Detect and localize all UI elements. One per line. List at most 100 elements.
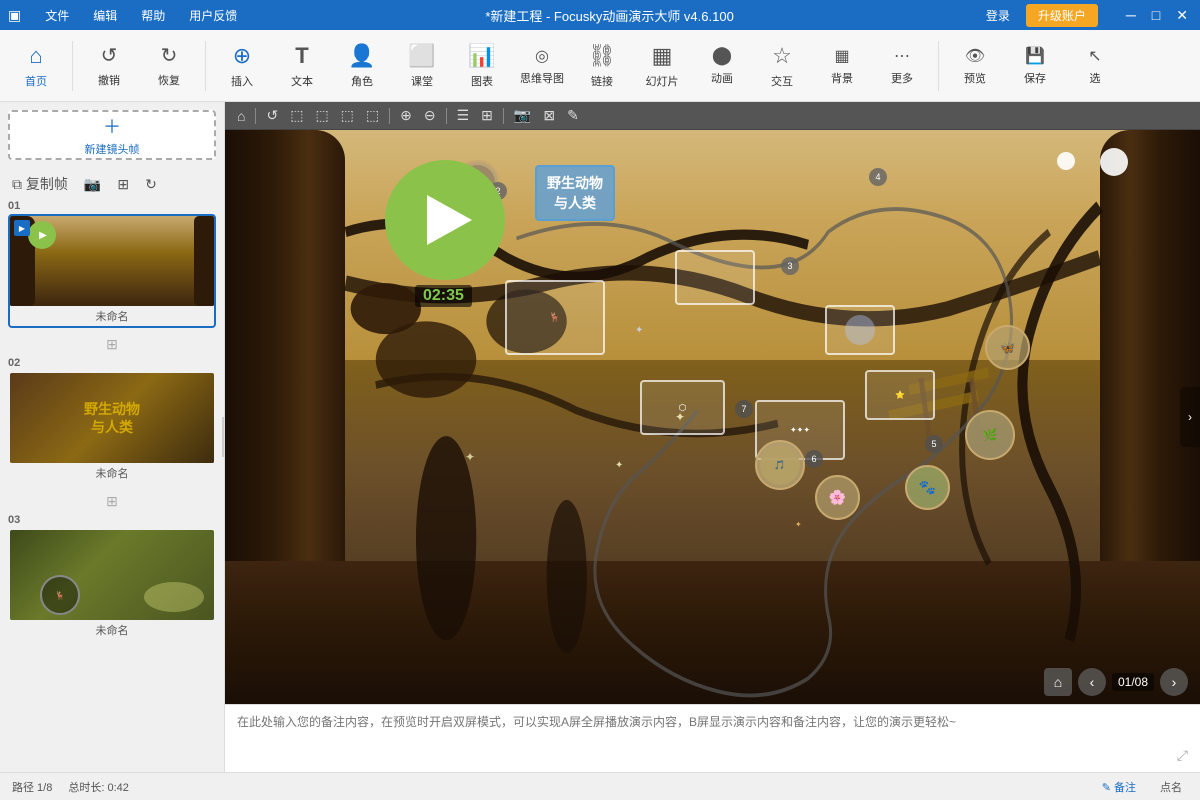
text-icon: T	[295, 43, 308, 69]
close-button[interactable]: ✕	[1172, 7, 1192, 24]
new-frame-label: 新建镜头帧	[85, 141, 140, 157]
deco-circle-1	[1057, 152, 1075, 170]
tool-class-label: 课堂	[411, 73, 433, 89]
canvas-nav-home[interactable]: ⌂	[1044, 668, 1072, 696]
refresh-tool[interactable]: ↻	[141, 174, 161, 195]
menu-edit[interactable]: 编辑	[89, 5, 121, 26]
menu-feedback[interactable]: 用户反馈	[185, 5, 241, 26]
canvas-zoom-out-icon[interactable]: ⊖	[420, 105, 440, 126]
menu-bar: 文件 编辑 帮助 用户反馈	[41, 5, 241, 26]
title-bar-right: 登录 升级账户 ─ □ ✕	[978, 4, 1192, 27]
upgrade-button[interactable]: 升级账户	[1026, 4, 1098, 27]
content-frame-3[interactable]: ⬡	[640, 380, 725, 435]
tool-text[interactable]: T 文本	[274, 34, 330, 98]
tool-interact[interactable]: ☆ 交互	[754, 34, 810, 98]
timer-display: 02:35	[415, 285, 472, 307]
notes-input[interactable]	[237, 713, 1169, 764]
canvas-area: ⌂ ↺ ⬚ ⬚ ⬚ ⬚ ⊕ ⊖ ☰ ⊞ 📷 ⊠ ✎	[225, 102, 1200, 772]
nav-node-center[interactable]: 🎵	[755, 440, 805, 490]
tool-link-label: 链接	[591, 73, 613, 89]
maximize-button[interactable]: □	[1148, 7, 1164, 24]
notes-status-button[interactable]: ✎ 备注	[1096, 778, 1142, 796]
canvas-lock-icon[interactable]: ⬚	[337, 105, 358, 126]
slide-item-2[interactable]: 野生动物与人类 未命名	[8, 371, 216, 485]
new-frame-button[interactable]: ＋ 新建镜头帧	[8, 110, 216, 160]
tool-anim[interactable]: ⬤ 动画	[694, 34, 750, 98]
canvas-nav-prev[interactable]: ‹	[1078, 668, 1106, 696]
tool-more[interactable]: ⋯ 更多	[874, 34, 930, 98]
canvas-frame2-icon[interactable]: ⬚	[311, 105, 332, 126]
tool-bg[interactable]: ▦ 背景	[814, 34, 870, 98]
canvas-undo-icon[interactable]: ↺	[262, 105, 282, 126]
login-button[interactable]: 登录	[978, 5, 1018, 26]
tool-insert[interactable]: ⊕ 插入	[214, 34, 270, 98]
tool-redo-label: 恢复	[158, 72, 180, 88]
copy-frame-button[interactable]: ⧉ 复制帧	[8, 172, 72, 196]
canvas-home-icon[interactable]: ⌂	[233, 106, 249, 126]
canvas-copy-icon[interactable]: ⬚	[362, 105, 383, 126]
sidebar: ＋ 新建镜头帧 ⧉ 复制帧 📷 ⊞ ↻ 01 ▶	[0, 102, 225, 772]
canvas-zoom-in-icon[interactable]: ⊕	[396, 105, 416, 126]
expand-right-button[interactable]: ›	[1180, 387, 1200, 447]
content-frame-6[interactable]	[825, 305, 895, 355]
canvas-fit-icon[interactable]: ⊠	[539, 105, 559, 126]
content-frame-2[interactable]: 🦌	[505, 280, 605, 355]
canvas-main[interactable]: 02:35 野生动物与人类 2 3 4 🦌 ⬡ ✦✦✦	[225, 130, 1200, 704]
rollcall-status-button[interactable]: 点名	[1154, 778, 1188, 796]
nav-node-bird[interactable]: 🦋	[985, 325, 1030, 370]
tool-select[interactable]: ↖ 选	[1067, 34, 1123, 98]
app-icon: ▣	[8, 7, 21, 24]
nav-node-scene[interactable]: 🌿	[965, 410, 1015, 460]
redo-icon: ↻	[161, 43, 178, 68]
play-button[interactable]	[385, 160, 505, 280]
toolbar-separator-3	[938, 41, 939, 91]
title-box[interactable]: 野生动物与人类	[535, 165, 615, 221]
canvas-nav-next[interactable]: ›	[1160, 668, 1188, 696]
tool-role[interactable]: 👤 角色	[334, 34, 390, 98]
screenshot-tool[interactable]: 📷	[80, 174, 105, 195]
tool-save[interactable]: 💾 保存	[1007, 34, 1063, 98]
content-frame-5[interactable]: ⭐	[865, 370, 935, 420]
canvas-edit-icon[interactable]: ✎	[563, 105, 583, 126]
canvas-sep-2	[389, 108, 390, 124]
slide-item-1[interactable]: ▶ ▶ 未命名	[8, 214, 216, 328]
slide-thumb-1: ▶ ▶	[10, 216, 214, 306]
expand-notes-icon[interactable]: ⤢	[1177, 747, 1188, 764]
menu-file[interactable]: 文件	[41, 5, 73, 26]
tool-chart[interactable]: 📊 图表	[454, 34, 510, 98]
status-page: 路径 1/8	[12, 779, 52, 795]
slide-divider-2: ⊞	[8, 489, 216, 514]
menu-help[interactable]: 帮助	[137, 5, 169, 26]
slide-icon: ▦	[652, 43, 673, 69]
status-duration: 总时长: 0:42	[68, 779, 129, 795]
slide-item-3[interactable]: 🦌 未命名	[8, 528, 216, 642]
tool-mindmap[interactable]: ◎ 思维导图	[514, 34, 570, 98]
nav-node-flowers[interactable]: 🌸	[815, 475, 860, 520]
undo-icon: ↺	[101, 43, 118, 68]
tool-redo[interactable]: ↻ 恢复	[141, 34, 197, 98]
sparkle-3: ✦	[795, 520, 802, 529]
fit-tool[interactable]: ⊞	[113, 174, 133, 195]
frame-tools: ⧉ 复制帧 📷 ⊞ ↻	[0, 168, 224, 200]
canvas-camera-icon[interactable]: 📷	[510, 105, 535, 126]
node-label-3: 3	[781, 257, 799, 275]
canvas-dist-icon[interactable]: ⊞	[477, 105, 497, 126]
canvas-frame-icon[interactable]: ⬚	[286, 105, 307, 126]
canvas-align-icon[interactable]: ☰	[453, 105, 474, 126]
tool-link[interactable]: ⛓ 链接	[574, 34, 630, 98]
home-icon: ⌂	[29, 43, 42, 69]
nav-node-animal[interactable]: 🐾	[905, 465, 950, 510]
tool-class[interactable]: ⬜ 课堂	[394, 34, 450, 98]
tool-slide[interactable]: ▦ 幻灯片	[634, 34, 690, 98]
minimize-button[interactable]: ─	[1122, 7, 1140, 24]
tool-undo[interactable]: ↺ 撤销	[81, 34, 137, 98]
plus-icon: ＋	[103, 113, 121, 139]
more-icon: ⋯	[894, 46, 910, 66]
tool-preview[interactable]: 👁 预览	[947, 34, 1003, 98]
slide-label-2: 未命名	[10, 463, 214, 483]
toolbar-separator-1	[72, 41, 73, 91]
tool-home[interactable]: ⌂ 首页	[8, 34, 64, 98]
tool-role-label: 角色	[351, 73, 373, 89]
content-frame-1[interactable]	[675, 250, 755, 305]
play-triangle	[427, 195, 472, 245]
